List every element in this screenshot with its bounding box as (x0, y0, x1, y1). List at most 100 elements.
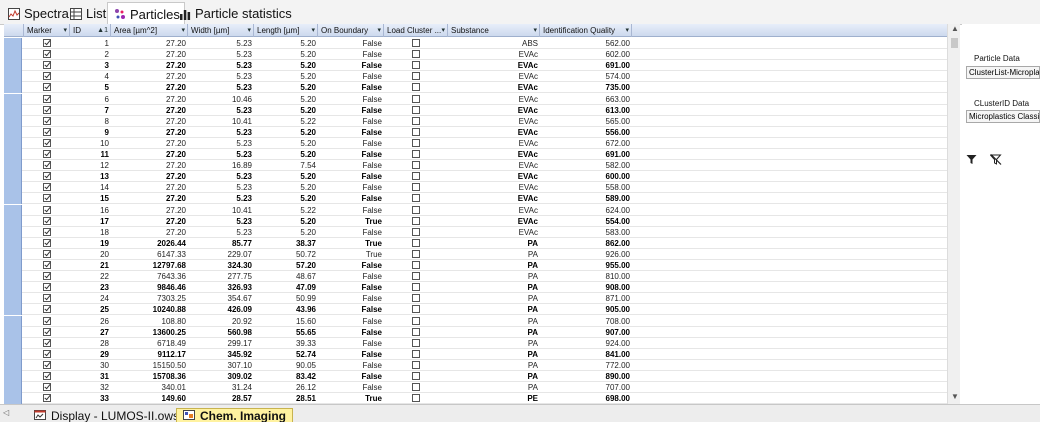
load-cluster-cell[interactable] (384, 127, 448, 138)
load-cluster-cell[interactable] (384, 382, 448, 393)
load-cluster-cell[interactable] (384, 216, 448, 227)
marker-checkbox[interactable] (43, 205, 51, 214)
column-header-substance[interactable]: Substance ▾ (448, 24, 540, 37)
table-row[interactable]: 14 27.20 5.23 5.20 False EVAc 558.00 (4, 182, 947, 193)
table-row[interactable]: 7 27.20 5.23 5.20 False EVAc 613.00 (4, 105, 947, 116)
marker-cell[interactable] (24, 127, 70, 138)
load-cluster-checkbox[interactable] (412, 82, 420, 91)
marker-cell[interactable] (24, 205, 70, 216)
row-header[interactable] (4, 393, 22, 404)
load-cluster-cell[interactable] (384, 160, 448, 171)
load-cluster-cell[interactable] (384, 60, 448, 71)
marker-checkbox[interactable] (43, 271, 51, 280)
load-cluster-checkbox[interactable] (412, 49, 420, 58)
marker-cell[interactable] (24, 282, 70, 293)
table-row[interactable]: 1 27.20 5.23 5.20 False ABS 562.00 (4, 38, 947, 49)
load-cluster-checkbox[interactable] (412, 205, 420, 214)
particle-data-field[interactable]: ClusterList-Microplastics (966, 66, 1040, 79)
marker-cell[interactable] (24, 60, 70, 71)
row-header[interactable] (4, 360, 22, 371)
row-header[interactable] (4, 338, 22, 349)
chevron-down-icon[interactable]: ▾ (311, 24, 315, 37)
marker-cell[interactable] (24, 260, 70, 271)
row-header[interactable] (4, 160, 22, 171)
marker-checkbox[interactable] (43, 60, 51, 69)
load-cluster-checkbox[interactable] (412, 249, 420, 258)
marker-checkbox[interactable] (43, 149, 51, 158)
load-cluster-cell[interactable] (384, 116, 448, 127)
marker-checkbox[interactable] (43, 193, 51, 202)
table-row[interactable]: 8 27.20 10.41 5.22 False EVAc 565.00 (4, 116, 947, 127)
load-cluster-cell[interactable] (384, 227, 448, 238)
marker-cell[interactable] (24, 360, 70, 371)
table-row[interactable]: 23 9846.46 326.93 47.09 False PA 908.00 (4, 282, 947, 293)
table-row[interactable]: 18 27.20 5.23 5.20 False EVAc 583.00 (4, 227, 947, 238)
marker-checkbox[interactable] (43, 371, 51, 380)
load-cluster-cell[interactable] (384, 271, 448, 282)
row-header[interactable] (4, 138, 22, 149)
row-header[interactable] (4, 193, 22, 204)
marker-checkbox[interactable] (43, 260, 51, 269)
table-row[interactable]: 10 27.20 5.23 5.20 False EVAc 672.00 (4, 138, 947, 149)
load-cluster-cell[interactable] (384, 138, 448, 149)
load-cluster-cell[interactable] (384, 293, 448, 304)
marker-cell[interactable] (24, 38, 70, 49)
marker-checkbox[interactable] (43, 349, 51, 358)
marker-checkbox[interactable] (43, 105, 51, 114)
table-row[interactable]: 30 15150.50 307.10 90.05 False PA 772.00 (4, 360, 947, 371)
marker-cell[interactable] (24, 249, 70, 260)
load-cluster-checkbox[interactable] (412, 260, 420, 269)
marker-cell[interactable] (24, 371, 70, 382)
marker-checkbox[interactable] (43, 227, 51, 236)
row-header[interactable] (4, 105, 22, 116)
chevron-down-icon[interactable]: ▾ (533, 24, 537, 37)
load-cluster-cell[interactable] (384, 282, 448, 293)
table-row[interactable]: 17 27.20 5.23 5.20 True EVAc 554.00 (4, 216, 947, 227)
row-header[interactable] (4, 94, 22, 105)
table-row[interactable]: 22 7643.36 277.75 48.67 False PA 810.00 (4, 271, 947, 282)
load-cluster-checkbox[interactable] (412, 393, 420, 402)
load-cluster-checkbox[interactable] (412, 349, 420, 358)
marker-cell[interactable] (24, 216, 70, 227)
load-cluster-checkbox[interactable] (412, 38, 420, 47)
load-cluster-checkbox[interactable] (412, 227, 420, 236)
load-cluster-checkbox[interactable] (412, 193, 420, 202)
scroll-up-icon[interactable]: ▲ (951, 24, 959, 33)
clear-filter-icon[interactable] (989, 152, 1002, 170)
marker-cell[interactable] (24, 82, 70, 93)
load-cluster-cell[interactable] (384, 327, 448, 338)
load-cluster-cell[interactable] (384, 49, 448, 60)
table-row[interactable]: 2 27.20 5.23 5.20 False EVAc 602.00 (4, 49, 947, 60)
row-header[interactable] (4, 349, 22, 360)
load-cluster-checkbox[interactable] (412, 238, 420, 247)
marker-cell[interactable] (24, 49, 70, 60)
marker-cell[interactable] (24, 160, 70, 171)
marker-checkbox[interactable] (43, 171, 51, 180)
table-row[interactable]: 5 27.20 5.23 5.20 False EVAc 735.00 (4, 82, 947, 93)
scroll-left-icon[interactable]: ◁ (3, 408, 9, 417)
table-row[interactable]: 4 27.20 5.23 5.20 False EVAc 574.00 (4, 71, 947, 82)
table-row[interactable]: 11 27.20 5.23 5.20 False EVAc 691.00 (4, 149, 947, 160)
marker-checkbox[interactable] (43, 360, 51, 369)
table-row[interactable]: 32 340.01 31.24 26.12 False PA 707.00 (4, 382, 947, 393)
column-header-marker[interactable]: Marker ▾ (24, 24, 70, 37)
load-cluster-checkbox[interactable] (412, 60, 420, 69)
load-cluster-checkbox[interactable] (412, 116, 420, 125)
tab-display-lumos[interactable]: Display - LUMOS-II.ows (28, 408, 185, 422)
row-header[interactable] (4, 149, 22, 160)
marker-checkbox[interactable] (43, 238, 51, 247)
marker-checkbox[interactable] (43, 249, 51, 258)
marker-cell[interactable] (24, 349, 70, 360)
load-cluster-checkbox[interactable] (412, 71, 420, 80)
row-header[interactable] (4, 116, 22, 127)
column-header-area[interactable]: Area [µm^2] ▾ (111, 24, 188, 37)
marker-cell[interactable] (24, 238, 70, 249)
load-cluster-cell[interactable] (384, 182, 448, 193)
table-row[interactable]: 26 108.80 20.92 15.60 False PA 708.00 (4, 316, 947, 327)
load-cluster-cell[interactable] (384, 304, 448, 315)
load-cluster-cell[interactable] (384, 238, 448, 249)
column-header-load-cluster[interactable]: Load Cluster ... ▾ (384, 24, 448, 37)
row-header[interactable] (4, 182, 22, 193)
marker-cell[interactable] (24, 138, 70, 149)
load-cluster-checkbox[interactable] (412, 127, 420, 136)
